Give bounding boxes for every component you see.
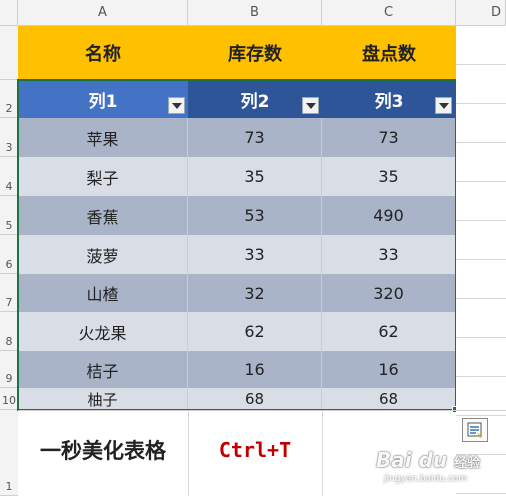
baidu-logo-text: Bai du 经验 (376, 448, 480, 472)
row-number-11[interactable]: 1 (0, 410, 18, 496)
row-number-9[interactable]: 9 (0, 351, 18, 388)
baidu-logo-word: Bai du (376, 448, 448, 472)
baidu-watermark: Bai du 经验 jingyan.baidu.com (376, 440, 506, 496)
column-header-a[interactable]: A (18, 0, 188, 26)
caption-text[interactable]: 一秒美化表格 (18, 430, 188, 470)
column-header-c[interactable]: C (322, 0, 456, 26)
column-header-b[interactable]: B (188, 0, 322, 26)
selection-outline (17, 79, 457, 411)
quick-analysis-button[interactable] (462, 418, 488, 442)
row-number-1[interactable] (0, 26, 18, 80)
grid-line (322, 410, 323, 496)
header-cell-name[interactable]: 名称 (18, 26, 188, 80)
row-number-2[interactable]: 2 (0, 80, 18, 118)
quick-analysis-icon (467, 422, 482, 438)
header-cell-stock[interactable]: 库存数 (188, 26, 322, 80)
header-cell-count[interactable]: 盘点数 (322, 26, 456, 80)
row-number-4[interactable]: 4 (0, 157, 18, 196)
row-number-3[interactable]: 3 (0, 118, 18, 157)
row-number-7[interactable]: 7 (0, 274, 18, 312)
baidu-url: jingyan.baidu.com (384, 474, 468, 484)
shortcut-text[interactable]: Ctrl+T (188, 430, 322, 470)
select-all-corner[interactable] (0, 0, 18, 26)
baidu-experience-label: 经验 (454, 456, 481, 471)
column-header-d[interactable]: D (456, 0, 506, 26)
row-number-6[interactable]: 6 (0, 235, 18, 274)
row-number-10[interactable]: 10 (0, 388, 18, 410)
grid-line (18, 410, 506, 411)
row-number-5[interactable]: 5 (0, 196, 18, 235)
row-number-8[interactable]: 8 (0, 312, 18, 351)
